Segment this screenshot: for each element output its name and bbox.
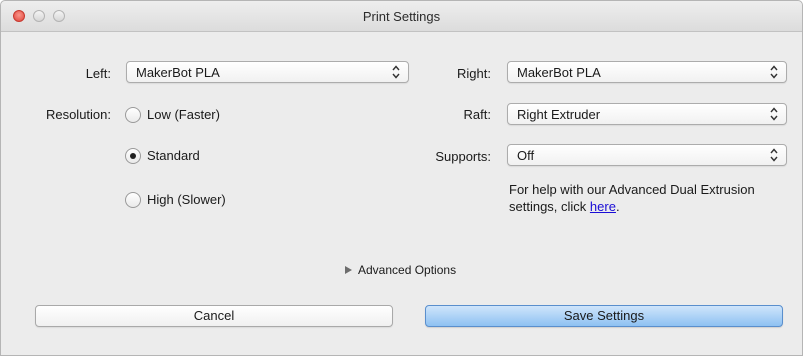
radio-standard-label: Standard xyxy=(147,148,200,163)
raft-value: Right Extruder xyxy=(517,107,601,122)
left-extruder-label: Left: xyxy=(85,66,111,81)
updown-arrows-icon xyxy=(770,148,778,162)
window-title: Print Settings xyxy=(362,9,441,24)
cancel-button[interactable]: Cancel xyxy=(35,305,393,327)
right-material-value: MakerBot PLA xyxy=(517,65,601,80)
help-text-body: For help with our Advanced Dual Extrusio… xyxy=(509,182,755,214)
radio-low-label: Low (Faster) xyxy=(147,107,220,122)
radio-high[interactable] xyxy=(125,192,141,208)
save-settings-button[interactable]: Save Settings xyxy=(425,305,783,327)
help-text: For help with our Advanced Dual Extrusio… xyxy=(509,181,779,215)
title-bar[interactable]: Print Settings xyxy=(1,1,802,32)
resolution-low-option[interactable]: Low (Faster) xyxy=(125,106,325,126)
disclosure-triangle-icon[interactable] xyxy=(345,266,352,274)
updown-arrows-icon xyxy=(770,65,778,79)
help-link[interactable]: here xyxy=(590,199,616,214)
resolution-label: Resolution: xyxy=(45,107,111,122)
updown-arrows-icon xyxy=(392,65,400,79)
right-extruder-label: Right: xyxy=(457,66,491,81)
radio-high-label: High (Slower) xyxy=(147,192,226,207)
left-material-value: MakerBot PLA xyxy=(136,65,220,80)
radio-low[interactable] xyxy=(125,107,141,123)
raft-select[interactable]: Right Extruder xyxy=(507,103,787,125)
left-material-select[interactable]: MakerBot PLA xyxy=(126,61,409,83)
advanced-options-label: Advanced Options xyxy=(358,263,457,277)
raft-label: Raft: xyxy=(463,107,491,122)
resolution-high-option[interactable]: High (Slower) xyxy=(125,191,325,211)
supports-value: Off xyxy=(517,148,535,163)
help-text-suffix: . xyxy=(615,199,620,214)
supports-select[interactable]: Off xyxy=(507,144,787,166)
right-material-select[interactable]: MakerBot PLA xyxy=(507,61,787,83)
updown-arrows-icon xyxy=(770,107,778,121)
print-settings-window: Print Settings Left: MakerBot PLA Right:… xyxy=(0,0,803,356)
supports-label: Supports: xyxy=(435,149,491,164)
advanced-options-toggle[interactable]: Advanced Options xyxy=(345,263,456,277)
resolution-standard-option[interactable]: Standard xyxy=(125,147,325,167)
radio-standard[interactable] xyxy=(125,148,141,164)
